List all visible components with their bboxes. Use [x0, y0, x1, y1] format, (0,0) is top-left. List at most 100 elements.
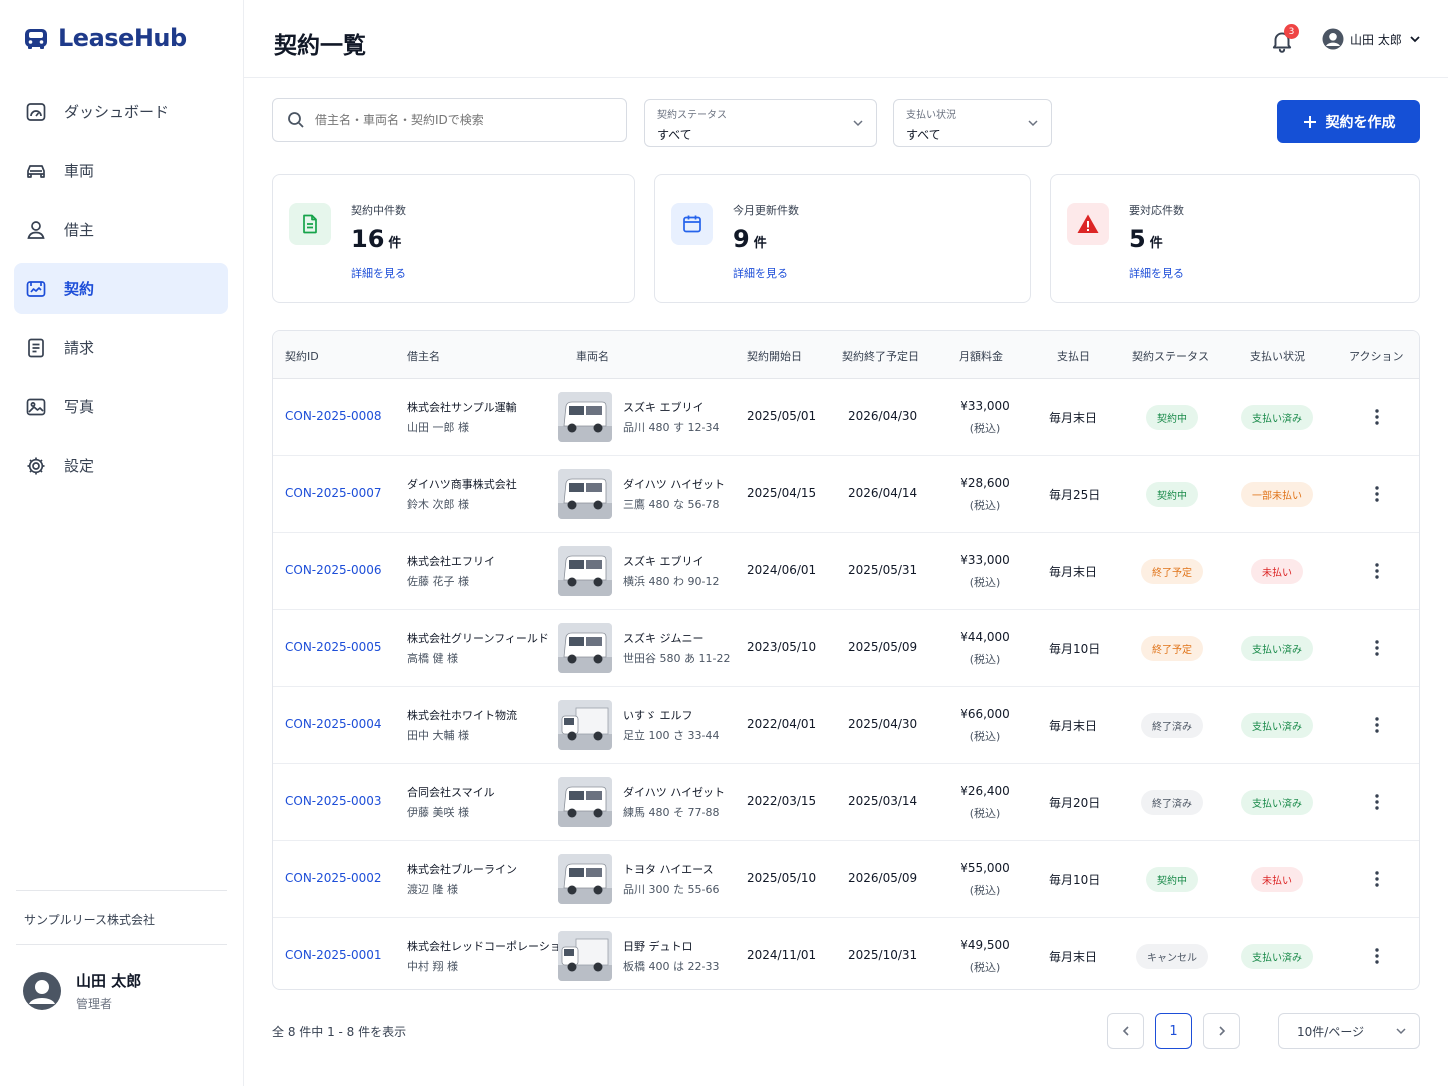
sidebar-item-invoice[interactable]: 請求	[14, 322, 228, 373]
table-row[interactable]: CON-2025-0001 株式会社レッドコーポレーション 中村 翔 様 日野 デュト…	[273, 918, 1419, 989]
end-date: 2026/04/30	[848, 409, 918, 423]
start-date: 2022/03/15	[747, 794, 817, 808]
column-header: 月額料金	[959, 350, 1003, 363]
sidebar-divider	[16, 890, 227, 891]
lessee-company: 株式会社サンプル運輸	[407, 401, 517, 414]
tax-note: (税込)	[969, 961, 1001, 974]
contract-id-link[interactable]: CON-2025-0003	[285, 794, 382, 808]
stat-card: 契約中件数 16 件詳細を見る	[272, 174, 635, 303]
sidebar-user[interactable]: 山田 太郎 管理者	[22, 970, 141, 1012]
lessee-person: 山田 一郎 様	[407, 421, 469, 434]
table-row[interactable]: CON-2025-0008 株式会社サンプル運輸 山田 一郎 様 スズキ エブリイ 品川…	[273, 379, 1419, 456]
vehicle-name: トヨタ ハイエース	[623, 863, 714, 876]
table-row[interactable]: CON-2025-0007 ダイハツ商事株式会社 鈴木 次郎 様 ダイハツ ハイゼット…	[273, 456, 1419, 533]
table-row[interactable]: CON-2025-0006 株式会社エフリイ 佐藤 花子 様 スズキ エブリイ 横浜 4…	[273, 533, 1419, 610]
vehicle-plate: 世田谷 580 あ 11-22	[623, 652, 731, 665]
search-box[interactable]	[272, 98, 627, 142]
contract-id-link[interactable]: CON-2025-0004	[285, 717, 382, 731]
vehicle-thumbnail[interactable]	[558, 777, 612, 827]
end-date: 2025/05/09	[848, 640, 918, 654]
logo[interactable]: LeaseHub	[22, 24, 187, 52]
page-button-current[interactable]: 1	[1155, 1013, 1192, 1049]
contract-id-link[interactable]: CON-2025-0006	[285, 563, 382, 577]
sidebar-item-dashboard[interactable]: ダッシュボード	[14, 86, 228, 137]
vehicle-thumbnail[interactable]	[558, 931, 612, 981]
invoice-icon	[24, 336, 48, 360]
sidebar-item-photo[interactable]: 写真	[14, 381, 228, 432]
payment-day: 毎月末日	[1049, 565, 1098, 579]
car-icon	[24, 159, 48, 183]
vehicle-thumbnail[interactable]	[558, 546, 612, 596]
create-contract-label: 契約を作成	[1325, 114, 1396, 131]
table-row[interactable]: CON-2025-0003 合同会社スマイル 伊藤 美咲 様 ダイハツ ハイゼット 練馬…	[273, 764, 1419, 841]
more-actions-button[interactable]	[1369, 636, 1385, 660]
contract-id-link[interactable]: CON-2025-0007	[285, 486, 382, 500]
contract-status-badge: キャンセル	[1136, 944, 1208, 969]
contract-status-select[interactable]: 契約ステータス すべて	[644, 99, 877, 147]
sidebar-nav: ダッシュボード 車両借主契約請求写真設定	[14, 86, 228, 499]
chevron-right-icon	[1218, 1026, 1225, 1036]
vehicle-plate: 横浜 480 わ 90-12	[623, 575, 720, 588]
vehicle-plate: 品川 300 た 55-66	[623, 883, 720, 896]
column-header: 借主名	[407, 350, 440, 363]
stat-label: 要対応件数	[1129, 204, 1184, 217]
sidebar-item-contract[interactable]: 契約	[14, 263, 228, 314]
more-actions-button[interactable]	[1369, 713, 1385, 737]
vehicle-thumbnail[interactable]	[558, 469, 612, 519]
payment-day: 毎月末日	[1049, 411, 1098, 425]
contract-status-badge: 契約中	[1146, 482, 1198, 507]
more-actions-button[interactable]	[1369, 482, 1385, 506]
vehicle-thumbnail[interactable]	[558, 854, 612, 904]
more-actions-button[interactable]	[1369, 405, 1385, 429]
column-header: 契約終了予定日	[842, 350, 919, 363]
payment-day: 毎月末日	[1049, 719, 1098, 733]
stat-detail-link[interactable]: 詳細を見る	[351, 265, 406, 281]
create-contract-button[interactable]: 契約を作成	[1277, 100, 1420, 143]
table-row[interactable]: CON-2025-0004 株式会社ホワイト物流 田中 大輔 様 いすゞ エルフ 足立 …	[273, 687, 1419, 764]
sidebar-item-person[interactable]: 借主	[14, 204, 228, 255]
sidebar-item-gear[interactable]: 設定	[14, 440, 228, 491]
search-input[interactable]	[315, 113, 605, 127]
monthly-fee: ¥44,000	[960, 630, 1010, 644]
payment-status-badge: 支払い済み	[1241, 790, 1313, 815]
user-menu[interactable]: 山田 太郎	[1322, 28, 1422, 50]
more-actions-button[interactable]	[1369, 559, 1385, 583]
chevron-left-icon	[1122, 1026, 1129, 1036]
more-actions-button[interactable]	[1369, 790, 1385, 814]
page-size-select[interactable]: 10件/ページ	[1278, 1013, 1420, 1049]
stat-value-wrap: 16 件	[351, 225, 401, 253]
monthly-fee: ¥28,600	[960, 476, 1010, 490]
stat-unit: 件	[1149, 236, 1163, 251]
vehicle-thumbnail[interactable]	[558, 392, 612, 442]
stat-unit: 件	[753, 236, 767, 251]
stat-detail-link[interactable]: 詳細を見る	[1129, 265, 1184, 281]
contract-id-link[interactable]: CON-2025-0001	[285, 948, 382, 962]
vehicle-thumbnail[interactable]	[558, 700, 612, 750]
table-row[interactable]: CON-2025-0005 株式会社グリーンフィールド 高橋 健 様 スズキ ジムニー…	[273, 610, 1419, 687]
calendar-icon	[671, 203, 713, 245]
prev-page-button[interactable]	[1107, 1013, 1144, 1049]
kebab-icon	[1375, 948, 1379, 964]
table-row[interactable]: CON-2025-0002 株式会社ブルーライン 渡辺 隆 様 トヨタ ハイエース 品川…	[273, 841, 1419, 918]
vehicle-name: ダイハツ ハイゼット	[623, 478, 726, 491]
contract-status-badge: 契約中	[1146, 405, 1198, 430]
sidebar-item-label: 写真	[64, 398, 95, 416]
contract-id-link[interactable]: CON-2025-0005	[285, 640, 382, 654]
sidebar-item-car[interactable]: 車両	[14, 145, 228, 196]
more-actions-button[interactable]	[1369, 944, 1385, 968]
payment-status-badge: 未払い	[1251, 559, 1303, 584]
stat-card: 今月更新件数 9 件詳細を見る	[654, 174, 1031, 303]
payment-status-select[interactable]: 支払い状況 すべて	[893, 99, 1052, 147]
contract-status-badge: 契約中	[1146, 867, 1198, 892]
page-title: 契約一覧	[274, 33, 366, 59]
contract-id-link[interactable]: CON-2025-0002	[285, 871, 382, 885]
stat-detail-link[interactable]: 詳細を見る	[733, 265, 788, 281]
lessee-person: 高橋 健 様	[407, 652, 458, 665]
vehicle-thumbnail[interactable]	[558, 623, 612, 673]
lessee-person: 渡辺 隆 様	[407, 883, 458, 896]
lessee-company: 株式会社レッドコーポレーション	[407, 940, 572, 953]
contract-id-link[interactable]: CON-2025-0008	[285, 409, 382, 423]
next-page-button[interactable]	[1203, 1013, 1240, 1049]
more-actions-button[interactable]	[1369, 867, 1385, 891]
column-header: 車両名	[576, 350, 609, 363]
